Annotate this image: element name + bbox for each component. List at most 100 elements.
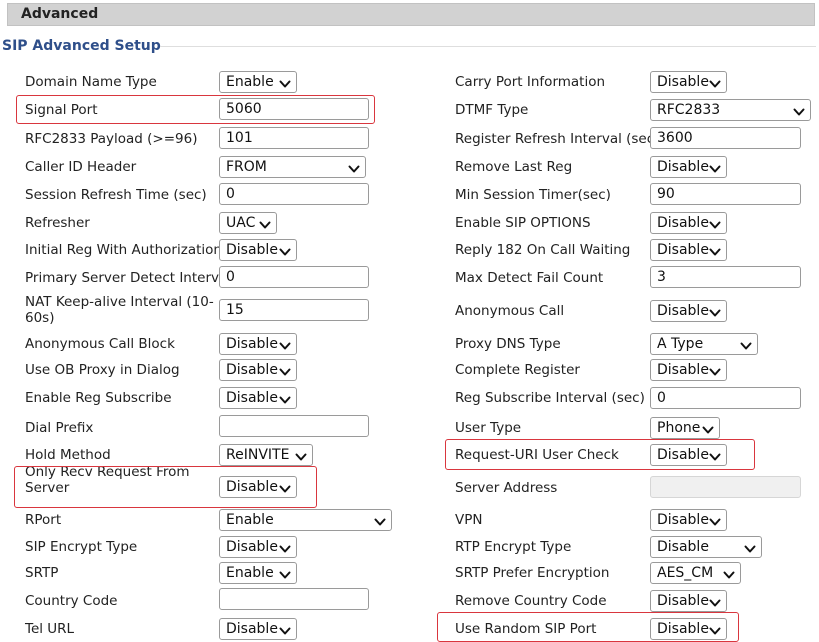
carry-port-information-value: Disable (657, 74, 709, 90)
remove-last-reg-value: Disable (657, 159, 709, 175)
rfc2833-payload-96-label: RFC2833 Payload (>=96) (25, 131, 198, 147)
chevron-down-icon (709, 596, 721, 607)
tel-url-value: Disable (226, 621, 278, 637)
domain-name-type-value: Enable (226, 74, 274, 90)
dtmf-type-select[interactable]: RFC2833 (650, 99, 811, 121)
nat-keep-alive-interval-10-60s-input[interactable]: 15 (219, 299, 369, 321)
enable-sip-options-value: Disable (657, 215, 709, 231)
anonymous-call-block-select[interactable]: Disable (219, 333, 297, 355)
complete-register-value: Disable (657, 362, 709, 378)
domain-name-type-label: Domain Name Type (25, 74, 157, 90)
chevron-down-icon (709, 77, 721, 88)
caller-id-header-label: Caller ID Header (25, 159, 137, 175)
register-refresh-interval-sec-input[interactable]: 3600 (650, 127, 801, 149)
server-address-input (650, 476, 801, 498)
user-type-select[interactable]: Phone (650, 417, 720, 439)
sip-encrypt-type-select[interactable]: Disable (219, 536, 297, 558)
rfc2833-payload-96-input[interactable]: 101 (219, 127, 369, 149)
srtp-select[interactable]: Enable (219, 562, 297, 584)
refresher-select[interactable]: UAC (219, 212, 277, 234)
max-detect-fail-count-input[interactable]: 3 (650, 266, 801, 288)
signal-port-input[interactable]: 5060 (219, 98, 369, 120)
chevron-down-icon (279, 482, 291, 493)
initial-reg-with-authorization-select[interactable]: Disable (219, 239, 297, 261)
nat-keep-alive-interval-10-60s-label: NAT Keep-alive Interval (10-60s) (25, 294, 214, 326)
tel-url-select[interactable]: Disable (219, 618, 297, 640)
initial-reg-with-authorization-label: Initial Reg With Authorization (25, 242, 222, 258)
use-random-sip-port-select[interactable]: Disable (650, 618, 727, 640)
chevron-down-icon (279, 339, 291, 350)
remove-last-reg-label: Remove Last Reg (455, 159, 573, 175)
chevron-down-icon (793, 105, 805, 116)
header-bar: Advanced (7, 3, 815, 26)
chevron-down-icon (723, 568, 735, 579)
initial-reg-with-authorization-value: Disable (226, 242, 278, 258)
remove-country-code-select[interactable]: Disable (650, 590, 727, 612)
srtp-label: SRTP (25, 565, 59, 581)
chevron-down-icon (279, 624, 291, 635)
chevron-down-icon (279, 365, 291, 376)
register-refresh-interval-sec-label: Register Refresh Interval (sec) (455, 131, 660, 147)
remove-last-reg-select[interactable]: Disable (650, 156, 727, 178)
rtp-encrypt-type-label: RTP Encrypt Type (455, 539, 572, 555)
complete-register-select[interactable]: Disable (650, 359, 727, 381)
use-random-sip-port-label: Use Random SIP Port (455, 621, 597, 637)
caller-id-header-select[interactable]: FROM (219, 156, 366, 178)
tel-url-label: Tel URL (25, 621, 75, 637)
chevron-down-icon (279, 542, 291, 553)
anonymous-call-select[interactable]: Disable (650, 300, 727, 322)
hold-method-select[interactable]: ReINVITE (219, 444, 313, 466)
vpn-select[interactable]: Disable (650, 509, 727, 531)
proxy-dns-type-label: Proxy DNS Type (455, 336, 561, 352)
enable-sip-options-select[interactable]: Disable (650, 212, 727, 234)
reg-subscribe-interval-sec-input[interactable]: 0 (650, 387, 801, 409)
request-uri-user-check-label: Request-URI User Check (455, 447, 619, 463)
chevron-down-icon (744, 542, 756, 553)
vpn-value: Disable (657, 512, 709, 528)
use-ob-proxy-in-dialog-select[interactable]: Disable (219, 359, 297, 381)
user-type-label: User Type (455, 420, 522, 436)
page-title: Advanced (21, 6, 99, 22)
only-recv-request-from-server-label: Only Recv Request From Server (25, 464, 190, 496)
chevron-down-icon (740, 339, 752, 350)
srtp-prefer-encryption-value: AES_CM (657, 565, 714, 581)
only-recv-request-from-server-select[interactable]: Disable (219, 476, 297, 498)
carry-port-information-select[interactable]: Disable (650, 71, 727, 93)
refresher-label: Refresher (25, 215, 90, 231)
primary-server-detect-interval-input[interactable]: 0 (219, 266, 369, 288)
proxy-dns-type-value: A Type (657, 336, 704, 352)
rport-label: RPort (25, 512, 62, 528)
enable-sip-options-label: Enable SIP OPTIONS (455, 215, 591, 231)
srtp-prefer-encryption-select[interactable]: AES_CM (650, 562, 741, 584)
enable-reg-subscribe-select[interactable]: Disable (219, 387, 297, 409)
proxy-dns-type-select[interactable]: A Type (650, 333, 758, 355)
sip-encrypt-type-label: SIP Encrypt Type (25, 539, 138, 555)
use-ob-proxy-in-dialog-label: Use OB Proxy in Dialog (25, 362, 180, 378)
rport-select[interactable]: Enable (219, 509, 392, 531)
reg-subscribe-interval-sec-label: Reg Subscribe Interval (sec) (455, 390, 645, 406)
chevron-down-icon (374, 515, 386, 526)
session-refresh-time-sec-input[interactable]: 0 (219, 183, 369, 205)
signal-port-label: Signal Port (25, 102, 98, 118)
dial-prefix-input[interactable] (219, 415, 369, 437)
dial-prefix-label: Dial Prefix (25, 420, 94, 436)
country-code-input[interactable] (219, 588, 369, 610)
chevron-down-icon (709, 162, 721, 173)
chevron-down-icon (709, 245, 721, 256)
remove-country-code-value: Disable (657, 593, 709, 609)
rport-value: Enable (226, 512, 274, 528)
chevron-down-icon (709, 624, 721, 635)
srtp-value: Enable (226, 565, 274, 581)
rtp-encrypt-type-select[interactable]: Disable (650, 536, 762, 558)
domain-name-type-select[interactable]: Enable (219, 71, 297, 93)
chevron-down-icon (702, 423, 714, 434)
min-session-timer-sec-input[interactable]: 90 (650, 183, 801, 205)
chevron-down-icon (709, 365, 721, 376)
anonymous-call-block-value: Disable (226, 336, 278, 352)
request-uri-user-check-select[interactable]: Disable (650, 444, 727, 466)
reply-182-on-call-waiting-select[interactable]: Disable (650, 239, 727, 261)
chevron-down-icon (259, 218, 271, 229)
user-type-value: Phone (657, 420, 701, 436)
caller-id-header-value: FROM (226, 159, 267, 175)
server-address-label: Server Address (455, 480, 558, 496)
